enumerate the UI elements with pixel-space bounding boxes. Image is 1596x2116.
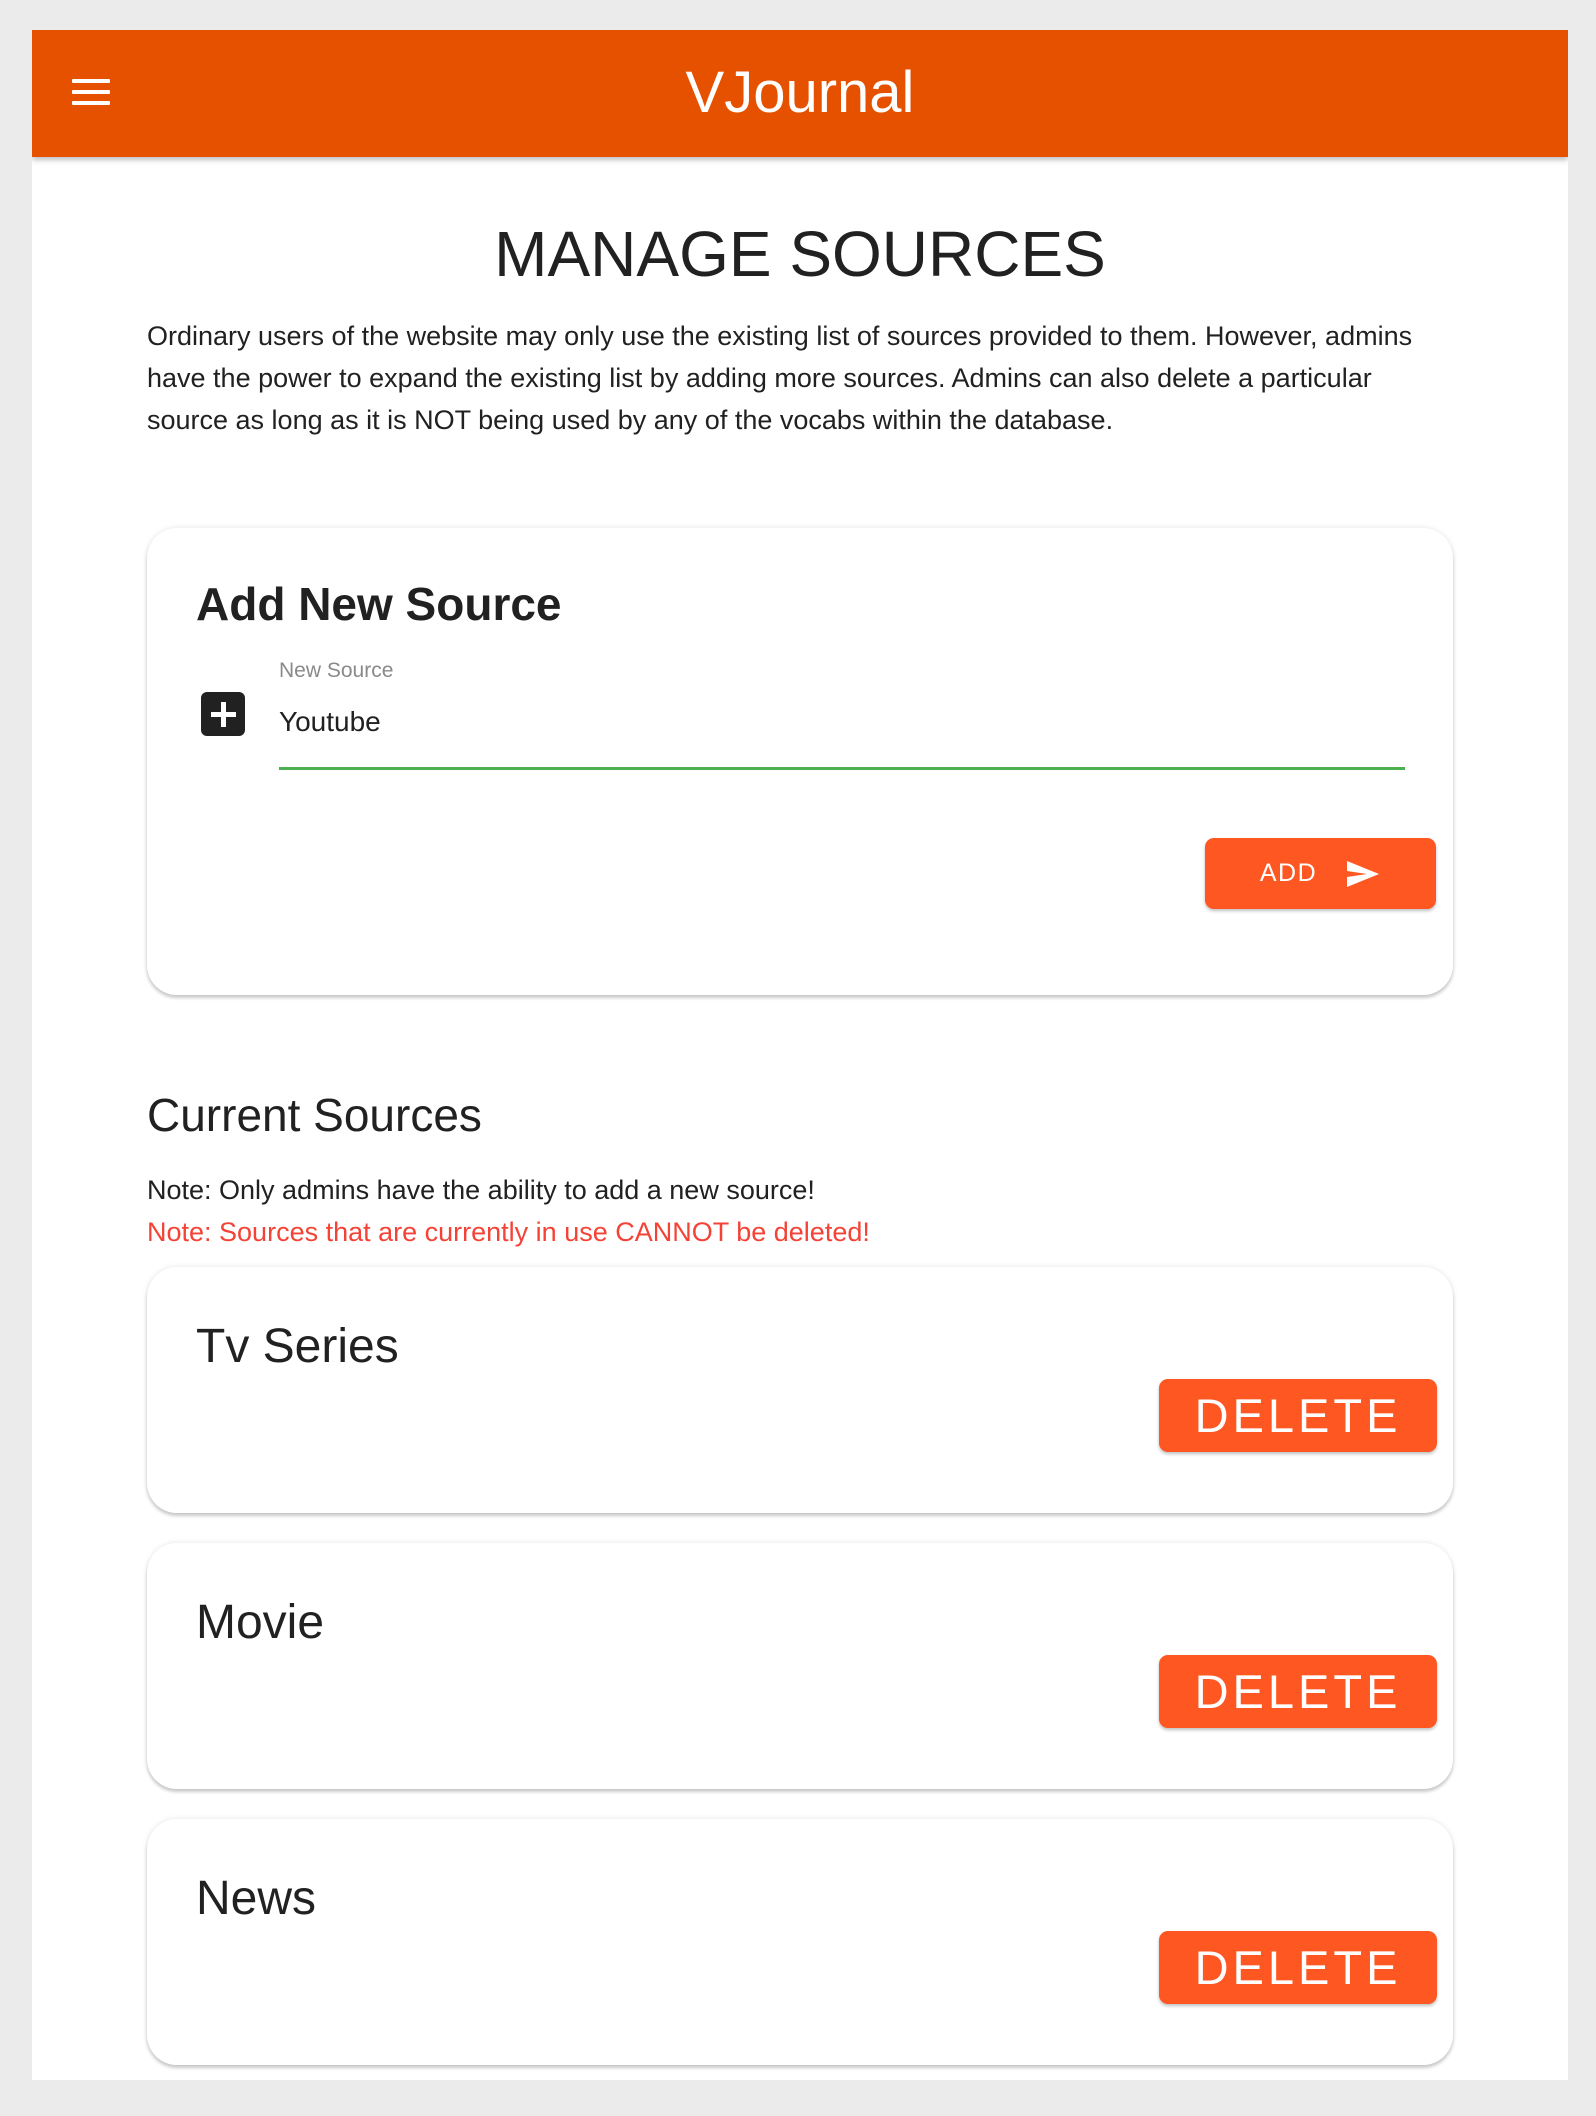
input-underline (279, 767, 1405, 770)
add-source-heading: Add New Source (196, 578, 562, 630)
warning-note: Note: Sources that are currently in use … (147, 1217, 870, 1247)
app-frame: VJournal MANAGE SOURCES Ordinary users o… (32, 30, 1568, 2080)
add-button[interactable]: ADD (1205, 838, 1436, 909)
admin-note: Note: Only admins have the ability to ad… (147, 1175, 815, 1205)
source-name: Movie (196, 1596, 325, 1649)
add-source-card: Add New Source New Source ADD (147, 528, 1453, 995)
source-name: News (196, 1872, 317, 1925)
page-title: MANAGE SOURCES (494, 218, 1106, 290)
delete-button[interactable]: DELETE (1159, 1655, 1437, 1728)
new-source-input[interactable] (279, 700, 1404, 744)
app-title: VJournal (685, 60, 915, 125)
new-source-label: New Source (279, 659, 394, 682)
source-card: News DELETE (147, 1819, 1453, 2065)
current-sources-heading: Current Sources (147, 1089, 482, 1141)
delete-button[interactable]: DELETE (1159, 1379, 1437, 1452)
source-name: Tv Series (196, 1320, 399, 1373)
intro-text: Ordinary users of the website may only u… (147, 321, 1413, 435)
delete-button[interactable]: DELETE (1159, 1931, 1437, 2004)
source-card: Movie DELETE (147, 1543, 1453, 1789)
send-icon (1347, 860, 1380, 887)
app-bar: VJournal (32, 30, 1568, 157)
plus-box-icon (201, 692, 245, 736)
add-button-label: ADD (1259, 859, 1318, 887)
source-card: Tv Series DELETE (147, 1267, 1453, 1513)
